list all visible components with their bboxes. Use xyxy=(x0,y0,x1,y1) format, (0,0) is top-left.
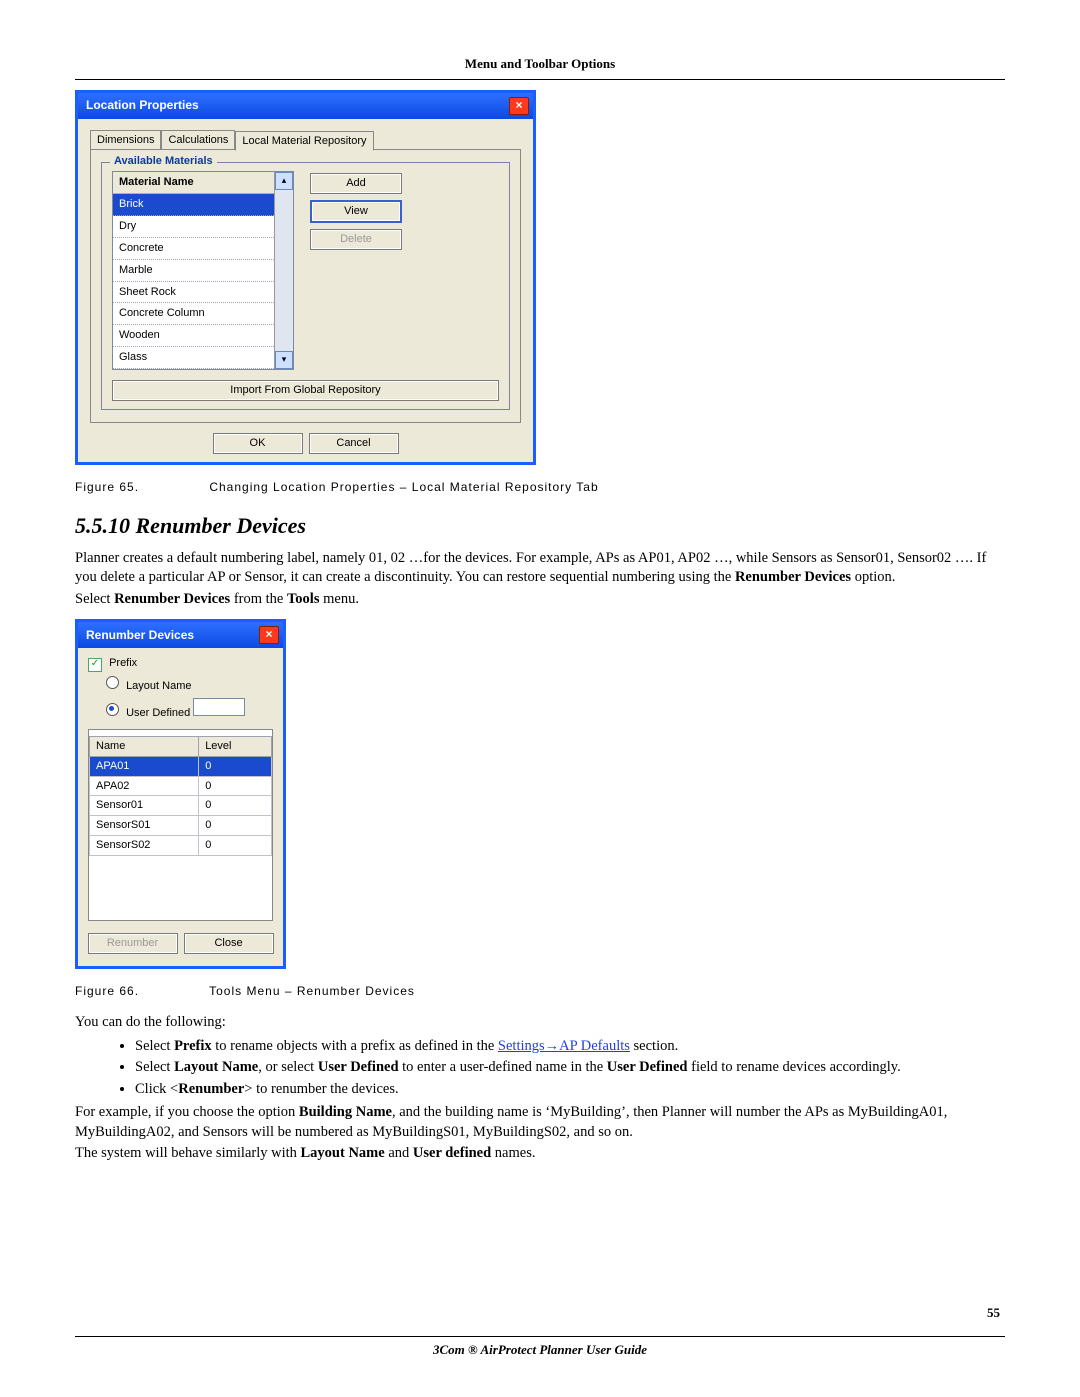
material-name-header: Material Name xyxy=(113,172,274,194)
devices-table[interactable]: Name Level APA010APA020Sensor010SensorS0… xyxy=(89,736,272,856)
figure-65-caption: Figure 65. Changing Location Properties … xyxy=(75,479,1005,495)
material-row[interactable]: Concrete Column xyxy=(113,303,274,325)
material-row[interactable]: Wooden xyxy=(113,325,274,347)
tab-local-material-repository[interactable]: Local Material Repository xyxy=(235,131,373,152)
table-row[interactable]: SensorS010 xyxy=(90,816,272,836)
renumber-button: Renumber xyxy=(88,933,178,954)
scroll-up-icon[interactable]: ▴ xyxy=(275,172,293,190)
layout-name-radio[interactable]: Layout Name xyxy=(106,676,273,694)
close-icon[interactable]: × xyxy=(509,97,529,115)
checkbox-icon: ✓ xyxy=(88,658,102,672)
header-rule xyxy=(75,79,1005,80)
dialog-title: Location Properties xyxy=(86,97,199,113)
section-heading: 5.5.10 Renumber Devices xyxy=(75,511,1005,541)
table-row[interactable]: Sensor010 xyxy=(90,796,272,816)
footer-rule xyxy=(75,1336,1005,1337)
table-row[interactable]: SensorS020 xyxy=(90,836,272,856)
table-row[interactable]: APA020 xyxy=(90,776,272,796)
page-number: 55 xyxy=(987,1304,1000,1322)
user-defined-radio[interactable]: User Defined xyxy=(106,698,273,721)
material-row[interactable]: Glass xyxy=(113,347,274,369)
available-materials-label: Available Materials xyxy=(110,154,217,169)
list-item: Select Layout Name, or select User Defin… xyxy=(135,1058,1005,1078)
radio-icon xyxy=(106,703,119,716)
settings-ap-defaults-link[interactable]: Settings→AP Defaults xyxy=(498,1038,630,1054)
view-button[interactable]: View xyxy=(310,200,402,223)
material-row[interactable]: Concrete xyxy=(113,238,274,260)
dialog-title: Renumber Devices xyxy=(86,627,194,643)
tab-dimensions[interactable]: Dimensions xyxy=(90,130,161,151)
list-item: Click <Renumber> to renumber the devices… xyxy=(135,1080,1005,1100)
materials-listbox[interactable]: Material Name BrickDryConcreteMarbleShee… xyxy=(112,171,294,370)
import-global-button[interactable]: Import From Global Repository xyxy=(112,380,499,401)
figure-66-caption: Figure 66. Tools Menu – Renumber Devices xyxy=(75,983,1005,999)
add-button[interactable]: Add xyxy=(310,173,402,194)
close-icon[interactable]: × xyxy=(259,626,279,644)
body-text: The system will behave similarly with La… xyxy=(75,1144,1005,1164)
close-button[interactable]: Close xyxy=(184,933,274,954)
prefix-checkbox[interactable]: ✓ Prefix xyxy=(88,656,273,672)
material-row[interactable]: Dry xyxy=(113,216,274,238)
location-properties-dialog: Location Properties × Dimensions Calcula… xyxy=(75,90,536,465)
col-name: Name xyxy=(90,736,199,756)
body-text: For example, if you choose the option Bu… xyxy=(75,1103,1005,1142)
body-text: Planner creates a default numbering labe… xyxy=(75,549,1005,588)
material-row[interactable]: Brick xyxy=(113,194,274,216)
delete-button: Delete xyxy=(310,229,402,250)
ok-button[interactable]: OK xyxy=(213,433,303,454)
tab-calculations[interactable]: Calculations xyxy=(161,130,235,151)
renumber-devices-dialog: Renumber Devices × ✓ Prefix Layout Name … xyxy=(75,619,286,969)
body-text: You can do the following: xyxy=(75,1013,1005,1033)
page-header: Menu and Toolbar Options xyxy=(75,55,1005,73)
scroll-down-icon[interactable]: ▾ xyxy=(275,351,293,369)
page-footer: 3Com ® AirProtect Planner User Guide xyxy=(0,1341,1080,1359)
body-text: Select Renumber Devices from the Tools m… xyxy=(75,590,1005,610)
cancel-button[interactable]: Cancel xyxy=(309,433,399,454)
radio-icon xyxy=(106,676,119,689)
bullet-list: Select Prefix to rename objects with a p… xyxy=(135,1037,1005,1100)
material-row[interactable]: Marble xyxy=(113,260,274,282)
user-defined-input[interactable] xyxy=(193,698,245,716)
material-row[interactable]: Sheet Rock xyxy=(113,282,274,304)
col-level: Level xyxy=(199,736,272,756)
table-row[interactable]: APA010 xyxy=(90,756,272,776)
list-item: Select Prefix to rename objects with a p… xyxy=(135,1037,1005,1057)
